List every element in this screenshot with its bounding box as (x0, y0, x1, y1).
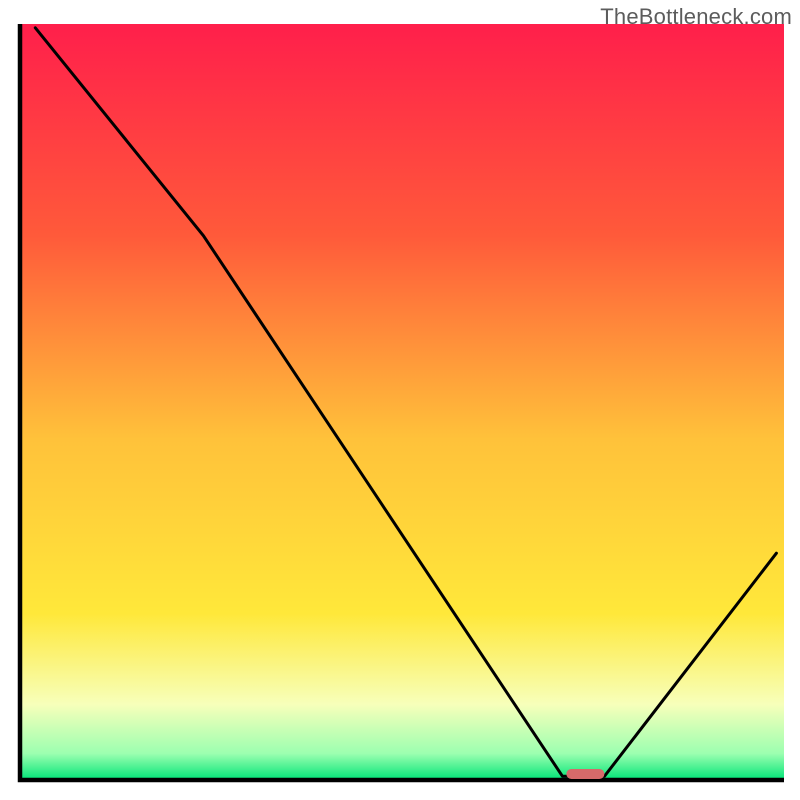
chart-container: TheBottleneck.com (0, 0, 800, 800)
gradient-background (20, 24, 784, 780)
bottleneck-chart (0, 0, 800, 800)
optimal-marker (566, 769, 604, 779)
